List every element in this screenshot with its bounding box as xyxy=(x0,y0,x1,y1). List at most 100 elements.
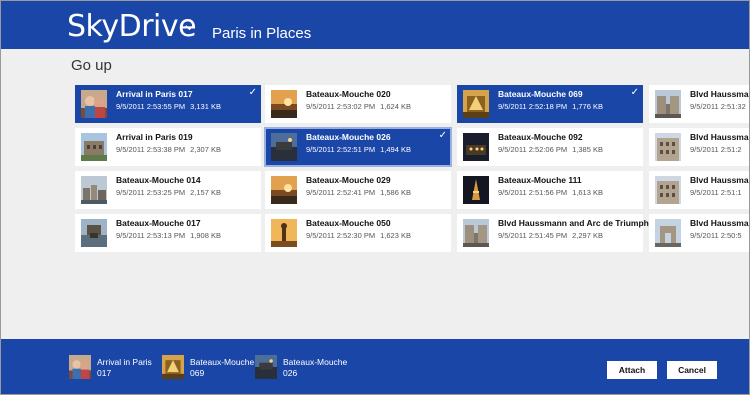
file-picker-window: SkyDrive Paris in Places Go up Arrival i… xyxy=(0,0,750,395)
header-bar: SkyDrive Paris in Places xyxy=(1,1,749,49)
checkmark-icon: ✓ xyxy=(438,130,447,141)
checkmark-icon: ✓ xyxy=(630,87,639,98)
file-size: 1,613 KB xyxy=(572,188,603,197)
selected-file-label: Bateaux-Mouche 069 xyxy=(190,357,255,378)
file-date: 9/5/2011 2:51:1 xyxy=(690,188,742,197)
attach-button[interactable]: Attach xyxy=(607,361,657,379)
file-tile[interactable]: Bateaux-Mouche 050 9/5/2011 2:52:30 PM 1,6… xyxy=(265,214,451,252)
file-size: 2,157 KB xyxy=(190,188,221,197)
file-name: Arrival in Paris 017 xyxy=(116,89,193,99)
file-size: 1,908 KB xyxy=(190,231,221,240)
file-meta: 9/5/2011 2:52:18 PM 1,776 KB xyxy=(498,102,603,112)
file-date: 9/5/2011 2:52:41 PM xyxy=(306,188,376,197)
photo-thumbnail xyxy=(655,176,681,204)
photo-thumbnail xyxy=(655,90,681,118)
file-tile[interactable]: Blvd Haussmann 9/5/2011 2:50:5 xyxy=(649,214,749,252)
file-meta: 9/5/2011 2:53:38 PM 2,307 KB xyxy=(116,145,221,155)
photo-thumbnail xyxy=(162,355,184,379)
photo-thumbnail xyxy=(271,219,297,247)
go-up-link[interactable]: Go up xyxy=(71,57,112,75)
file-name: Blvd Haussmann xyxy=(690,175,749,185)
file-tile[interactable]: Blvd Haussmann 9/5/2011 2:51:2 xyxy=(649,128,749,166)
file-date: 9/5/2011 2:53:25 PM xyxy=(116,188,186,197)
file-name: Bateaux-Mouche 014 xyxy=(116,175,201,185)
file-tile[interactable]: Arrival in Paris 017 9/5/2011 2:53:55 PM 3… xyxy=(75,85,261,123)
file-meta: 9/5/2011 2:51:1 xyxy=(690,188,742,198)
file-size: 1,623 KB xyxy=(380,231,411,240)
photo-thumbnail xyxy=(463,176,489,204)
photo-thumbnail xyxy=(69,355,91,379)
chevron-down-icon[interactable] xyxy=(185,23,194,32)
file-tile[interactable]: Bateaux-Mouche 020 9/5/2011 2:53:02 PM 1,6… xyxy=(265,85,451,123)
photo-thumbnail xyxy=(271,176,297,204)
file-date: 9/5/2011 2:53:55 PM xyxy=(116,102,186,111)
photo-thumbnail xyxy=(463,219,489,247)
selected-file-label: Bateaux-Mouche 026 xyxy=(283,357,348,378)
file-date: 9/5/2011 2:51:32 xyxy=(690,102,746,111)
file-name: Bateaux-Mouche 026 xyxy=(306,132,391,142)
file-name: Blvd Haussmann xyxy=(690,132,749,142)
file-tile[interactable]: Arrival in Paris 019 9/5/2011 2:53:38 PM 2… xyxy=(75,128,261,166)
file-tile[interactable]: Blvd Haussmann 9/5/2011 2:51:32 xyxy=(649,85,749,123)
file-meta: 9/5/2011 2:53:55 PM 3,131 KB xyxy=(116,102,221,112)
photo-thumbnail xyxy=(655,219,681,247)
cancel-button[interactable]: Cancel xyxy=(667,361,717,379)
file-date: 9/5/2011 2:53:02 PM xyxy=(306,102,376,111)
file-tile[interactable]: Bateaux-Mouche 092 9/5/2011 2:52:06 PM 1,3… xyxy=(457,128,643,166)
file-meta: 9/5/2011 2:52:51 PM 1,494 KB xyxy=(306,145,411,155)
file-date: 9/5/2011 2:52:30 PM xyxy=(306,231,376,240)
file-tile[interactable]: Bateaux-Mouche 029 9/5/2011 2:52:41 PM 1,5… xyxy=(265,171,451,209)
file-size: 2,307 KB xyxy=(190,145,221,154)
file-size: 1,586 KB xyxy=(380,188,411,197)
file-name: Blvd Haussmann and Arc de Triumph xyxy=(498,218,649,228)
file-size: 1,385 KB xyxy=(572,145,603,154)
file-date: 9/5/2011 2:51:2 xyxy=(690,145,742,154)
photo-thumbnail xyxy=(81,176,107,204)
file-tile[interactable]: Bateaux-Mouche 111 9/5/2011 2:51:56 PM 1,6… xyxy=(457,171,643,209)
file-name: Bateaux-Mouche 050 xyxy=(306,218,391,228)
file-name: Blvd Haussmann xyxy=(690,218,749,228)
file-size: 1,624 KB xyxy=(380,102,411,111)
file-name: Bateaux-Mouche 092 xyxy=(498,132,583,142)
file-name: Bateaux-Mouche 029 xyxy=(306,175,391,185)
file-meta: 9/5/2011 2:53:02 PM 1,624 KB xyxy=(306,102,411,112)
file-tile[interactable]: Bateaux-Mouche 069 9/5/2011 2:52:18 PM 1,7… xyxy=(457,85,643,123)
file-size: 3,131 KB xyxy=(190,102,221,111)
file-date: 9/5/2011 2:52:51 PM xyxy=(306,145,376,154)
selection-tray: Arrival in Paris 017 Bateaux-Mouche 069 Ba… xyxy=(1,339,749,394)
file-meta: 9/5/2011 2:51:45 PM 2,297 KB xyxy=(498,231,603,241)
photo-thumbnail xyxy=(655,133,681,161)
file-date: 9/5/2011 2:53:13 PM xyxy=(116,231,186,240)
file-meta: 9/5/2011 2:51:2 xyxy=(690,145,742,155)
file-tile[interactable]: Bateaux-Mouche 017 9/5/2011 2:53:13 PM 1,9… xyxy=(75,214,261,252)
file-date: 9/5/2011 2:50:5 xyxy=(690,231,742,240)
file-name: Bateaux-Mouche 017 xyxy=(116,218,201,228)
file-meta: 9/5/2011 2:52:41 PM 1,586 KB xyxy=(306,188,411,198)
file-name: Bateaux-Mouche 020 xyxy=(306,89,391,99)
folder-name[interactable]: Paris in Places xyxy=(212,25,311,43)
file-date: 9/5/2011 2:51:45 PM xyxy=(498,231,568,240)
file-meta: 9/5/2011 2:53:25 PM 2,157 KB xyxy=(116,188,221,198)
photo-thumbnail xyxy=(271,90,297,118)
photo-thumbnail xyxy=(271,133,297,161)
file-meta: 9/5/2011 2:51:56 PM 1,613 KB xyxy=(498,188,603,198)
file-meta: 9/5/2011 2:52:06 PM 1,385 KB xyxy=(498,145,603,155)
photo-thumbnail xyxy=(463,90,489,118)
file-tile[interactable]: Bateaux-Mouche 026 9/5/2011 2:52:51 PM 1,4… xyxy=(264,127,452,167)
selected-file-label: Arrival in Paris 017 xyxy=(97,357,152,378)
file-name: Bateaux-Mouche 111 xyxy=(498,175,582,185)
file-grid: Arrival in Paris 017 9/5/2011 2:53:55 PM 3… xyxy=(75,85,749,255)
photo-thumbnail xyxy=(463,133,489,161)
file-date: 9/5/2011 2:52:06 PM xyxy=(498,145,568,154)
file-tile[interactable]: Bateaux-Mouche 014 9/5/2011 2:53:25 PM 2,1… xyxy=(75,171,261,209)
file-meta: 9/5/2011 2:51:32 xyxy=(690,102,746,112)
file-name: Arrival in Paris 019 xyxy=(116,132,193,142)
file-meta: 9/5/2011 2:52:30 PM 1,623 KB xyxy=(306,231,411,241)
file-tile[interactable]: Blvd Haussmann and Arc de Triumph 9/5/201… xyxy=(457,214,649,252)
file-tile[interactable]: Blvd Haussmann 9/5/2011 2:51:1 xyxy=(649,171,749,209)
file-meta: 9/5/2011 2:53:13 PM 1,908 KB xyxy=(116,231,221,241)
app-title[interactable]: SkyDrive xyxy=(67,10,197,44)
photo-thumbnail xyxy=(81,90,107,118)
photo-thumbnail xyxy=(81,219,107,247)
file-size: 2,297 KB xyxy=(572,231,603,240)
